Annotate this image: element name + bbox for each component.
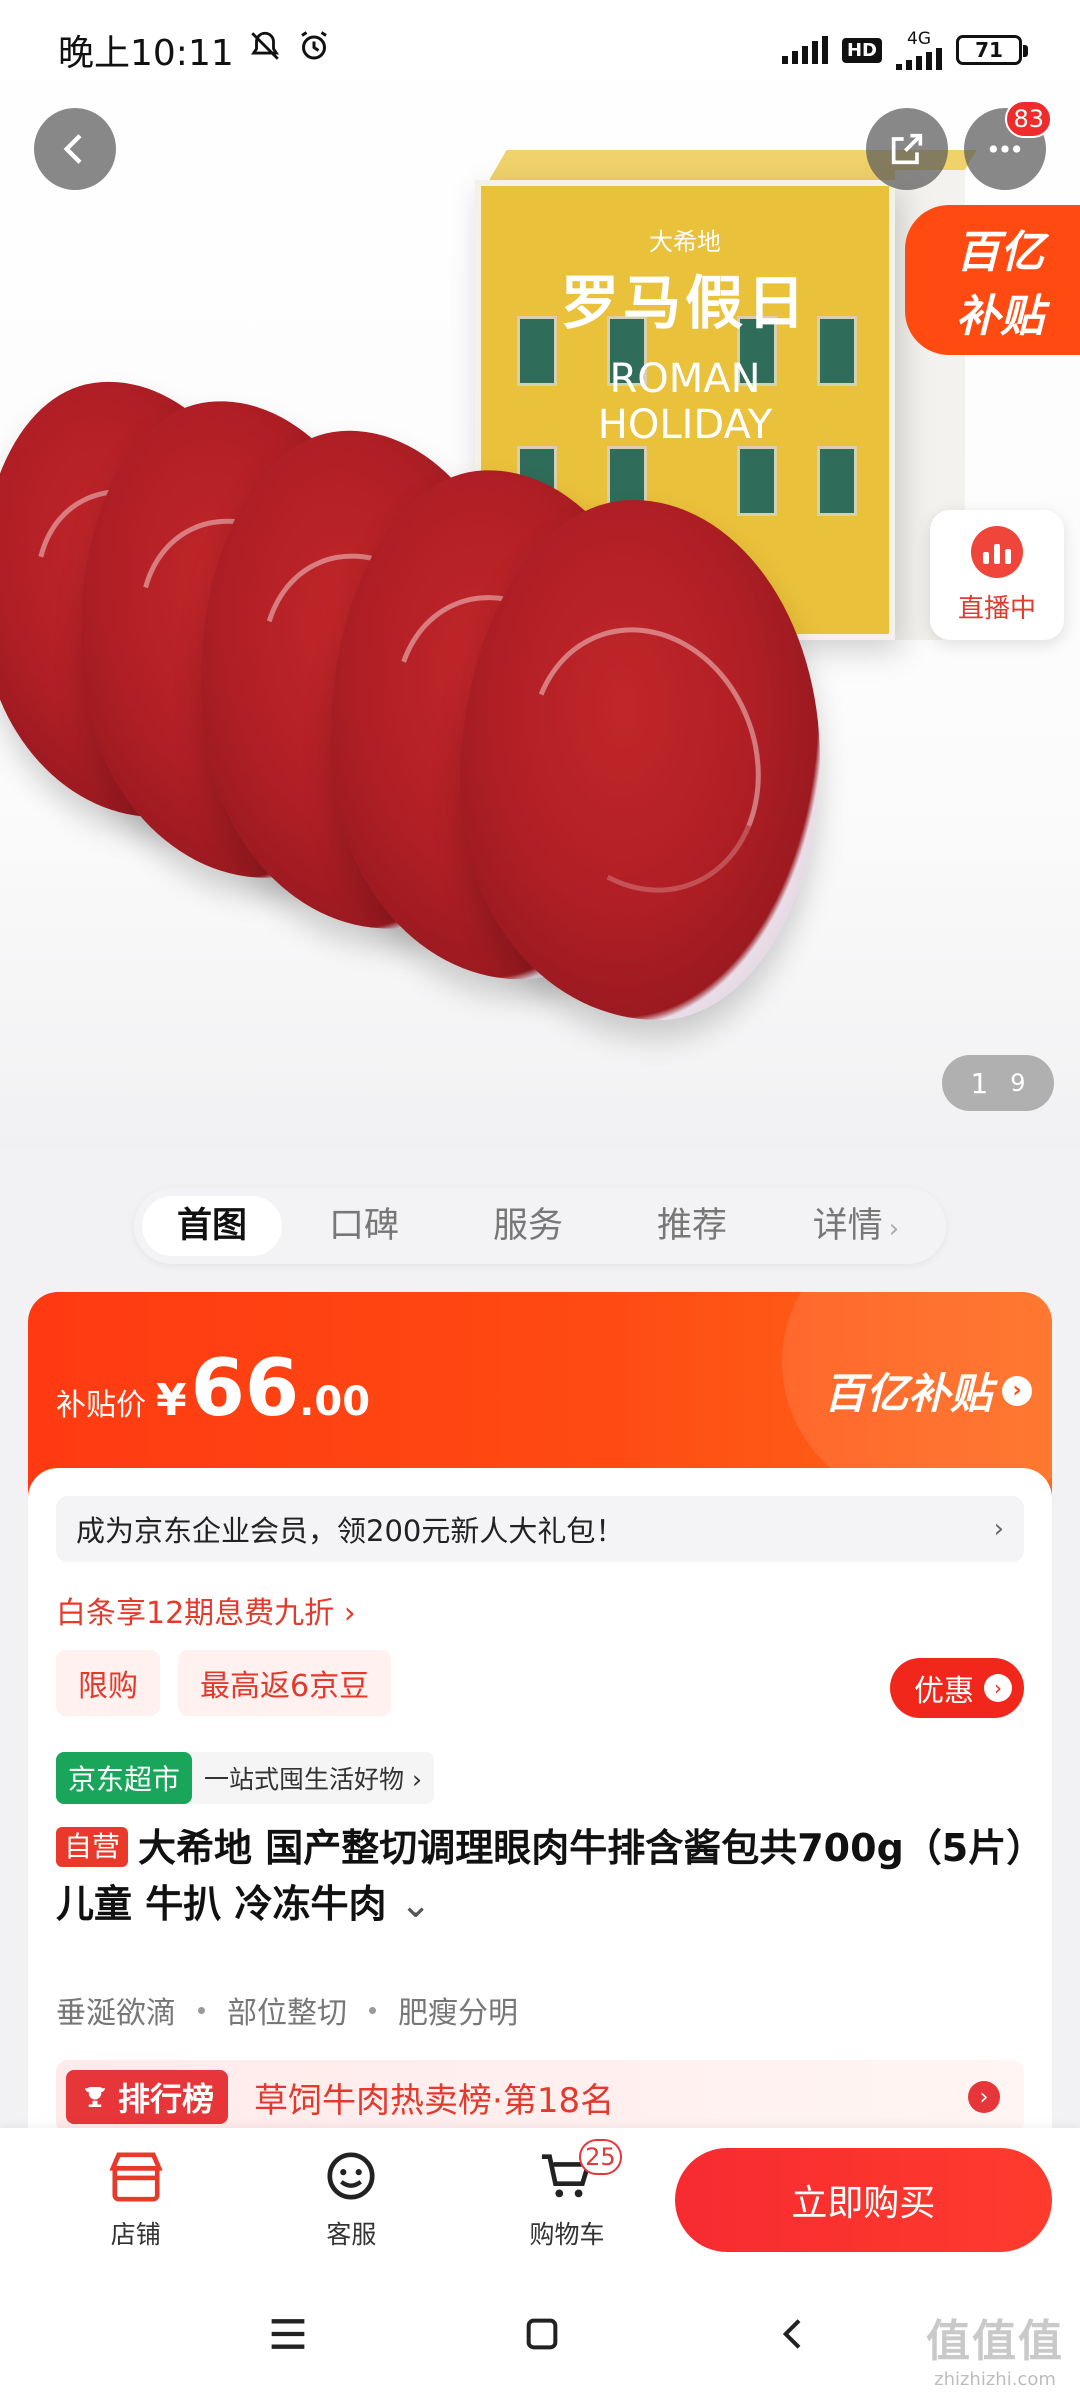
product-title[interactable]: 自营 大希地 国产整切调理眼肉牛排含酱包共700g（5片）儿童 牛扒 冷冻牛肉 ⌄ [56, 1820, 1036, 1932]
home-icon[interactable] [522, 2314, 562, 2358]
price-integer: 66 [190, 1344, 300, 1434]
self-operated-tag: 自营 [56, 1827, 129, 1867]
jd-supermarket-text: 一站式囤生活好物 › [204, 1765, 422, 1794]
live-bars-icon [971, 525, 1023, 578]
feature-tag: 肥瘦分明 [398, 1996, 518, 2031]
ranking-tag: 排行榜 [66, 2070, 229, 2124]
feature-tag: 垂涎欲滴 [56, 1996, 176, 2031]
feature-tag: 部位整切 [227, 1996, 347, 2031]
box-title: 罗马假日 [560, 269, 809, 337]
tab-service[interactable]: 服务 [446, 1196, 610, 1256]
chevron-left-icon [63, 134, 82, 164]
chevron-right-icon: › [984, 1674, 1012, 1702]
customer-service-button[interactable]: 客服 [244, 2149, 460, 2251]
chevron-right-icon: › [888, 1214, 900, 1244]
price-row: 补贴价 ¥ 66 .00 [56, 1344, 370, 1434]
live-button[interactable]: 直播中 [930, 510, 1064, 640]
more-button[interactable]: 83 [964, 100, 1052, 190]
pager-current: 1 [970, 1066, 989, 1100]
feature-tags: 垂涎欲滴 部位整切 肥瘦分明 [56, 1988, 518, 2032]
tab-main-image[interactable]: 首图 [142, 1196, 282, 1256]
network-type: 4G [907, 28, 931, 49]
signal-icon [781, 36, 828, 64]
shop-button[interactable]: 店铺 [28, 2149, 244, 2251]
image-pager: 1 9 [942, 1055, 1054, 1111]
tab-details[interactable]: 详情 › [774, 1196, 938, 1256]
jd-supermarket-tag: 京东超市 [56, 1752, 193, 1804]
ranking-text: 草饲牛肉热卖榜·第18名 [254, 2080, 615, 2121]
subsidy-brand-label: 百亿补贴 [823, 1369, 992, 1418]
mute-bell-icon [248, 29, 282, 72]
live-label: 直播中 [957, 593, 1036, 624]
share-icon [891, 133, 923, 165]
menu-icon[interactable] [266, 2314, 310, 2358]
offer-label: 优惠 [914, 1674, 974, 1709]
watermark-url: zhizhizhi.com [934, 2369, 1056, 2390]
offer-button[interactable]: 优惠 › [890, 1658, 1024, 1718]
subsidy-flag-line2: 补贴 [956, 291, 1044, 342]
shop-icon [109, 2152, 163, 2202]
subsidy-brand-link[interactable]: 百亿补贴 › [824, 1360, 1032, 1421]
system-navigation-bar [0, 2272, 1080, 2400]
subsidy-flag[interactable]: 百亿 补贴 [905, 205, 1080, 355]
jd-supermarket-link[interactable]: 京东超市 一站式囤生活好物 › [56, 1752, 434, 1804]
enterprise-member-banner[interactable]: 成为京东企业会员，领200元新人大礼包！ › [56, 1496, 1024, 1562]
buy-now-button[interactable]: 立即购买 [674, 2148, 1052, 2252]
status-bar: 晚上10:11 HD 4G 71 [0, 0, 1080, 100]
ranking-bar[interactable]: 排行榜 草饲牛肉热卖榜·第18名 › [56, 2060, 1024, 2134]
chevron-down-icon: ⌄ [399, 1882, 432, 1926]
purchase-limit-chip: 限购 [56, 1650, 160, 1716]
service-label: 客服 [326, 2220, 377, 2249]
watermark-logo: 值值值 [926, 2316, 1064, 2367]
alarm-icon [296, 28, 332, 73]
battery-icon: 71 [956, 35, 1028, 65]
cart-count-badge: 25 [579, 2139, 622, 2175]
share-button[interactable] [866, 108, 948, 190]
pager-total: 9 [1010, 1069, 1026, 1097]
promo-chips: 限购 最高返6京豆 [56, 1650, 392, 1716]
separator-dot [369, 2006, 376, 2014]
status-time: 晚上10:11 [58, 33, 234, 74]
smiley-chat-icon [327, 2152, 375, 2200]
hd-badge: HD [841, 37, 882, 63]
product-title-text: 大希地 国产整切调理眼肉牛排含酱包共700g（5片）儿童 牛扒 冷冻牛肉 [56, 1826, 1026, 1926]
signal-icon-2 [896, 47, 942, 70]
more-badge: 83 [1005, 100, 1052, 138]
shop-label: 店铺 [110, 2220, 161, 2249]
steak-slices [0, 360, 1020, 1080]
tab-reviews[interactable]: 口碑 [282, 1196, 446, 1256]
tab-recommend[interactable]: 推荐 [610, 1196, 774, 1256]
member-banner-text: 成为京东企业会员，领200元新人大礼包！ [76, 1514, 625, 1548]
price-symbol: ¥ [156, 1375, 187, 1426]
back-icon[interactable] [774, 2314, 814, 2358]
price-decimal: .00 [299, 1379, 371, 1425]
watermark: 值值值 zhizhizhi.com [926, 2305, 1064, 2390]
tab-details-label: 详情 [812, 1206, 883, 1246]
anchor-tabs: 首图 口碑 服务 推荐 详情 › [134, 1188, 946, 1264]
separator-dot [198, 2006, 205, 2014]
cart-label: 购物车 [529, 2220, 605, 2249]
ranking-tag-label: 排行榜 [118, 2080, 215, 2118]
jingdou-rebate-chip: 最高返6京豆 [178, 1650, 392, 1716]
price-label: 补贴价 [56, 1388, 146, 1423]
box-brand: 大希地 [649, 228, 721, 256]
trophy-icon [85, 2087, 105, 2107]
bottom-action-bar: 店铺 客服 25 购物车 立即购买 [0, 2128, 1080, 2272]
subsidy-flag-line1: 百亿 [956, 227, 1044, 278]
chevron-right-icon: › [968, 2081, 1000, 2113]
back-button[interactable] [34, 108, 116, 190]
chevron-right-icon: › [993, 1514, 1004, 1544]
chevron-right-icon: › [1002, 1375, 1032, 1406]
cart-button[interactable]: 25 购物车 [459, 2139, 675, 2251]
baitiao-installment-link[interactable]: 白条享12期息费九折 › [56, 1588, 356, 1632]
